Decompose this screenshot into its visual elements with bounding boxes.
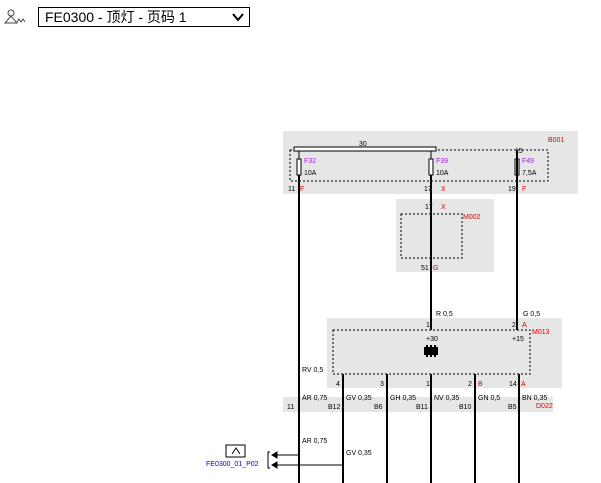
b001-conn-f2: F	[522, 186, 526, 193]
link-fe0300-01-p02[interactable]: FE0300_01_P02	[206, 461, 259, 468]
m013-plus15: +15	[512, 336, 524, 343]
m002-pin-51: 51	[421, 265, 429, 272]
m013-box	[327, 318, 562, 388]
fuse-f39	[428, 158, 434, 176]
d022-pin-5: B5	[508, 404, 517, 411]
m013-pin-1: 1	[426, 322, 430, 329]
d022-label: D022	[536, 403, 553, 410]
module-chip-icon	[424, 345, 438, 357]
d022-wire-4: GN 0,5	[478, 395, 500, 402]
m002-conn-x: X	[441, 204, 446, 211]
d022-pin-4: B10	[459, 404, 472, 411]
m013-bpin-14: 14	[509, 381, 517, 388]
d022-wire-0: AR 0,75	[302, 395, 327, 402]
fuse-f32-name: F32	[304, 158, 316, 165]
m013-bpin-1: 1	[426, 381, 430, 388]
bottom-wire-ar: AR 0,75	[302, 438, 327, 445]
bus-30-bar	[293, 146, 437, 152]
m013-label: M013	[532, 329, 550, 336]
d022-wire-2: GH 0,35	[390, 395, 416, 402]
wire-g05: G 0,5	[523, 311, 540, 318]
m013-bconn-a: A	[521, 381, 526, 388]
fuse-f32	[296, 158, 302, 176]
d022-pin-0: 11	[287, 404, 294, 411]
b001-conn-x: X	[441, 186, 446, 193]
d022-pin-2: B6	[374, 404, 383, 411]
bottom-arrows	[267, 451, 343, 469]
fuse-f32-rating: 10A	[304, 170, 317, 177]
link-page-icon[interactable]	[225, 444, 246, 458]
fuse-f39-name: F39	[436, 158, 448, 165]
wiring-diagram: B001 30 15 F32 10A F39 10A F49 7,5A 11 F…	[206, 131, 578, 483]
wire-rv05: RV 0,5	[302, 367, 323, 374]
m002-label: M002	[463, 214, 481, 221]
b001-conn-f1: F	[300, 186, 304, 193]
m013-pin-2: 2	[512, 322, 516, 329]
m013-plus30: +30	[426, 336, 438, 343]
fuse-f49-rating: 7,5A	[522, 170, 537, 177]
m013-bpin-3: 3	[380, 381, 384, 388]
d022-wire-1: GV 0,35	[346, 395, 372, 402]
m013-bconn-b: B	[478, 381, 483, 388]
m013-conn-a: A	[522, 322, 527, 329]
fuse-f39-rating: 10A	[436, 170, 449, 177]
d022-pin-3: B11	[416, 404, 428, 411]
m013-bpin-2: 2	[468, 381, 472, 388]
fuse-f49-name: F49	[522, 158, 534, 165]
d022-wire-5: BN 0,35	[522, 395, 547, 402]
b001-pin-11: 11	[288, 186, 295, 193]
wire-r05: R 0,5	[436, 311, 453, 318]
b001-label: B001	[548, 137, 564, 144]
d022-pin-1: B12	[328, 404, 341, 411]
bottom-wire-gv: GV 0,35	[346, 450, 372, 457]
m013-bpin-4: 4	[336, 381, 340, 388]
d022-wire-3: NV 0,35	[434, 395, 459, 402]
b001-pin-19: 19	[508, 186, 516, 193]
m002-conn-g: G	[433, 265, 438, 272]
